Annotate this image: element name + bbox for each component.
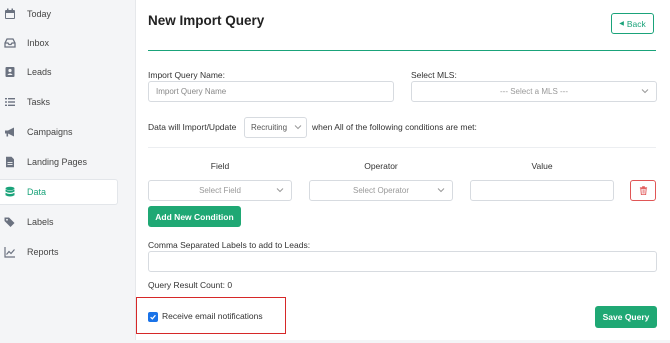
sidebar-item-label: Today [27, 9, 52, 19]
sidebar-item-campaigns[interactable]: Campaigns [0, 119, 118, 145]
sidebar-item-label: Campaigns [27, 127, 73, 137]
value-column-header: Value [531, 161, 553, 171]
query-name-label: Import Query Name: [148, 70, 225, 80]
back-button[interactable]: ◀ Back [611, 13, 654, 34]
sidebar-item-today[interactable]: Today [0, 1, 118, 27]
sidebar-item-label: Data [27, 187, 47, 197]
mls-select-value: --- Select a MLS --- [499, 87, 568, 96]
email-notifications-checkbox[interactable] [148, 312, 158, 322]
sidebar-item-label: Reports [27, 247, 59, 257]
mls-select[interactable]: --- Select a MLS --- [411, 81, 657, 102]
file-icon [4, 156, 16, 168]
chevron-down-icon [437, 188, 445, 193]
caret-left-icon: ◀ [619, 21, 624, 27]
sidebar-item-landing-pages[interactable]: Landing Pages [0, 149, 118, 175]
sidebar-item-label: Labels [27, 217, 54, 227]
query-name-input[interactable]: Import Query Name [148, 81, 394, 102]
tags-icon [4, 216, 16, 228]
chevron-down-icon [641, 89, 649, 94]
email-notifications-label: Receive email notifications [162, 311, 263, 321]
result-count-text: Query Result Count: 0 [148, 280, 233, 290]
trash-icon [639, 186, 647, 195]
contact-card-icon [4, 66, 16, 78]
import-prefix-text: Data will Import/Update [148, 122, 237, 132]
chart-line-icon [4, 246, 16, 258]
email-notifications-highlight: Receive email notifications [136, 297, 286, 334]
sidebar-item-label: Tasks [27, 97, 51, 107]
sidebar-item-label: Inbox [27, 38, 50, 48]
chevron-down-icon [294, 125, 302, 130]
field-select[interactable]: Select Field [148, 180, 292, 201]
back-button-label: Back [626, 18, 646, 29]
import-type-select[interactable]: Recruiting [244, 117, 307, 138]
sidebar-item-labels[interactable]: Labels [0, 209, 118, 235]
section-divider [148, 147, 656, 148]
sidebar-item-reports[interactable]: Reports [0, 239, 118, 265]
import-suffix-text: when All of the following conditions are… [312, 122, 477, 132]
delete-condition-button[interactable] [630, 180, 656, 201]
sidebar-item-label: Leads [27, 67, 52, 77]
sidebar-item-inbox[interactable]: Inbox [0, 30, 118, 56]
field-column-header: Field [210, 161, 230, 171]
add-condition-button[interactable]: Add New Condition [148, 206, 241, 227]
import-query-card: New Import Query ◀ Back Import Query Nam… [135, 0, 670, 340]
inbox-icon [4, 37, 16, 49]
operator-column-header: Operator [364, 161, 398, 171]
sidebar-item-leads[interactable]: Leads [0, 59, 118, 85]
field-select-value: Select Field [199, 186, 241, 195]
sidebar-item-tasks[interactable]: Tasks [0, 89, 118, 115]
chevron-down-icon [276, 188, 284, 193]
mls-label: Select MLS: [411, 70, 457, 80]
labels-input[interactable] [148, 251, 657, 272]
labels-label: Comma Separated Labels to add to Leads: [148, 240, 311, 250]
sidebar-item-label: Landing Pages [27, 157, 88, 167]
calendar-icon [4, 8, 16, 20]
checkmark-icon [150, 314, 156, 320]
megaphone-icon [4, 126, 16, 138]
sidebar: Today Inbox Leads Tasks Campaigns Landin… [0, 0, 120, 343]
operator-select[interactable]: Select Operator [309, 180, 453, 201]
list-icon [4, 96, 16, 108]
import-type-value: Recruiting [251, 123, 288, 132]
page-title: New Import Query [148, 13, 265, 28]
database-icon [4, 186, 16, 198]
sidebar-item-data[interactable]: Data [0, 179, 118, 205]
value-input[interactable] [470, 180, 614, 201]
header-divider [148, 50, 656, 51]
save-query-button[interactable]: Save Query [595, 306, 657, 328]
operator-select-value: Select Operator [352, 186, 410, 195]
query-name-placeholder: Import Query Name [156, 87, 227, 96]
